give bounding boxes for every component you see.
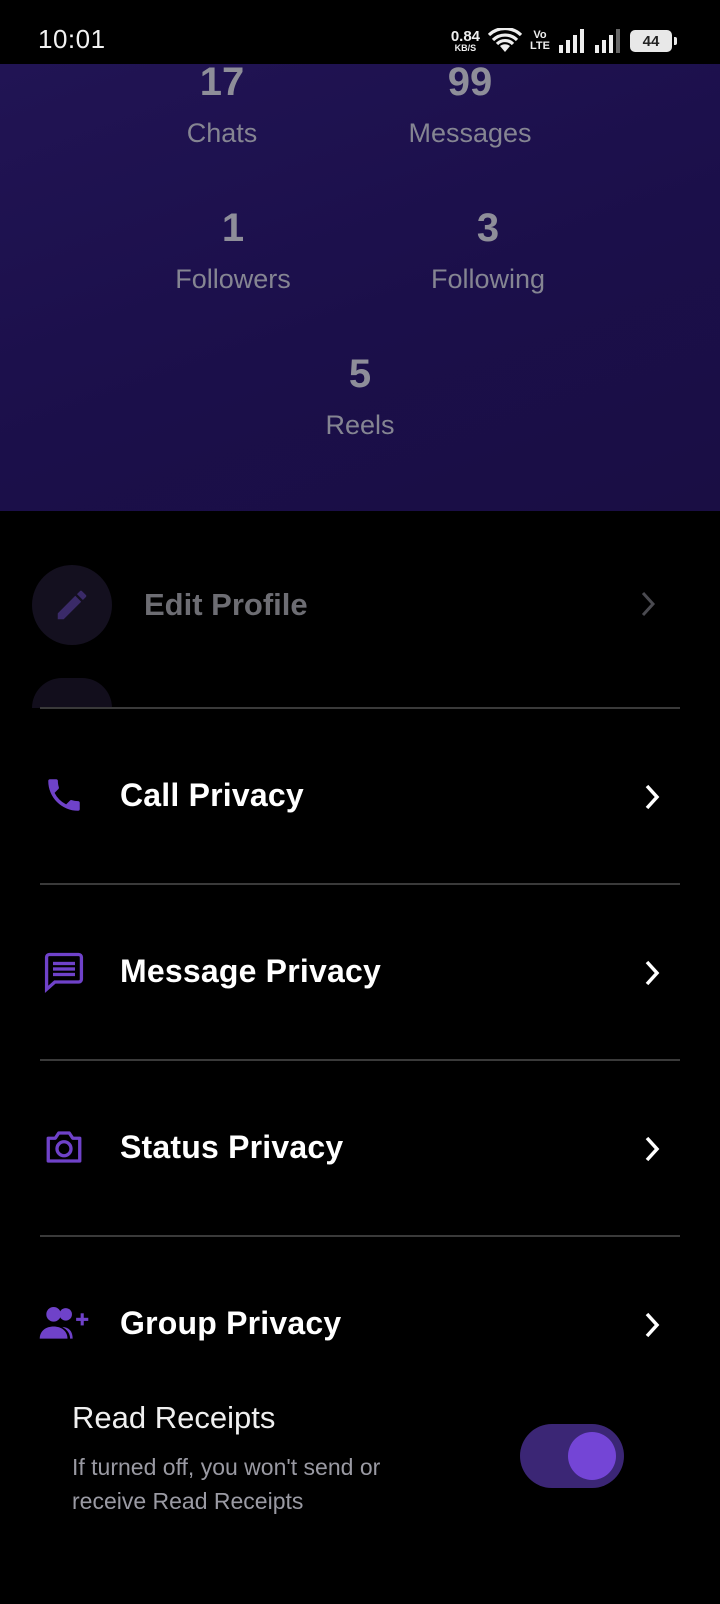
divider (40, 707, 680, 709)
chevron-right-icon (645, 1136, 660, 1162)
chevron-right-icon (645, 1312, 660, 1338)
icon-container (38, 948, 90, 994)
icon-container (38, 1124, 90, 1170)
stat-messages[interactable]: 99 Messages (360, 62, 580, 149)
chevron-right-icon (641, 591, 656, 617)
network-speed-value: 0.84 (450, 28, 481, 45)
menu-item-label: Call Privacy (120, 777, 304, 813)
network-speed-unit: KB/S (454, 43, 477, 53)
camera-icon (46, 1131, 82, 1163)
chevron-right-icon (645, 960, 660, 986)
pencil-icon (57, 590, 87, 620)
stat-followers-label: Followers (175, 264, 291, 294)
edit-profile-item[interactable]: Edit Profile (0, 565, 720, 647)
status-icons: 0.84 KB/S Vo LTE 44 (451, 26, 677, 56)
stat-reels-label: Reels (325, 410, 395, 440)
phone-icon (48, 779, 80, 811)
stat-following-label: Following (430, 264, 546, 294)
stat-messages-label: Messages (408, 118, 532, 148)
menu-item-status-privacy[interactable]: Status Privacy (0, 1102, 720, 1192)
signal-icon-sim2 (595, 29, 620, 53)
stat-chats-label: Chats (186, 118, 258, 148)
divider (40, 883, 680, 885)
menu-item-label: Status Privacy (120, 1129, 344, 1165)
status-time: 10:01 (38, 24, 106, 54)
stat-messages-value: 99 (447, 60, 493, 104)
stat-followers[interactable]: 1 Followers (123, 208, 343, 295)
menu-item-message-privacy[interactable]: Message Privacy (0, 926, 720, 1016)
privacy-settings-screen: 10:01 0.84 KB/S Vo LTE 44 17 Chats 99 Me… (0, 0, 720, 1604)
read-receipts-toggle[interactable] (520, 1424, 624, 1488)
volte-bottom: LTE (530, 40, 550, 52)
stat-reels[interactable]: 5 Reels (250, 354, 470, 441)
menu-item-group-privacy[interactable]: Group Privacy (0, 1278, 720, 1368)
toggle-knob[interactable] (568, 1432, 616, 1480)
hidden-item-icon-peek (32, 678, 112, 708)
icon-container (38, 1300, 90, 1346)
status-bar: 10:01 0.84 KB/S Vo LTE 44 (0, 0, 720, 64)
wifi-icon (488, 28, 523, 52)
stat-reels-value: 5 (348, 352, 372, 396)
read-receipts-setting: Read Receipts If turned off, you won't s… (0, 1396, 720, 1516)
edit-profile-label: Edit Profile (144, 587, 308, 622)
menu-item-call-privacy[interactable]: Call Privacy (0, 750, 720, 840)
stat-following-value: 3 (476, 206, 500, 250)
divider (40, 1059, 680, 1061)
chevron-right-icon (645, 784, 660, 810)
group-add-icon (39, 1307, 89, 1339)
read-receipts-description: If turned off, you won't send or receive… (72, 1454, 381, 1514)
network-speed: 0.84 KB/S (451, 29, 480, 53)
stat-chats[interactable]: 17 Chats (112, 62, 332, 149)
stat-followers-value: 1 (221, 206, 245, 250)
volte-indicator: Vo LTE (530, 30, 550, 52)
stat-chats-value: 17 (199, 60, 245, 104)
menu-item-label: Group Privacy (120, 1305, 342, 1341)
divider (40, 1235, 680, 1237)
message-icon (44, 952, 84, 993)
stat-following[interactable]: 3 Following (378, 208, 598, 295)
icon-container (38, 772, 90, 818)
signal-icon-sim1 (559, 29, 584, 53)
read-receipts-title: Read Receipts (72, 1400, 276, 1435)
profile-stats-panel: 17 Chats 99 Messages 1 Followers 3 Follo… (0, 62, 720, 511)
battery-indicator: 44 (630, 30, 677, 52)
menu-item-label: Message Privacy (120, 953, 381, 989)
edit-profile-icon-circle (32, 565, 112, 645)
